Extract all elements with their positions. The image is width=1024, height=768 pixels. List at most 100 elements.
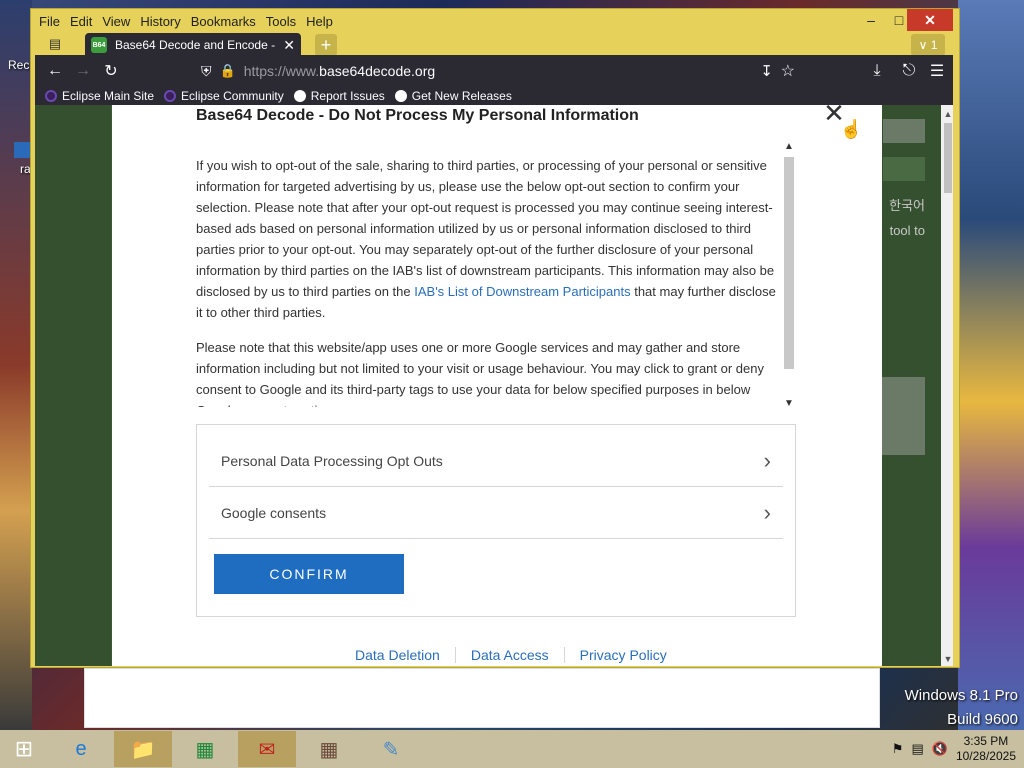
bookmark-get-new-releases[interactable]: Get New Releases bbox=[394, 89, 512, 103]
hamburger-menu-icon[interactable]: ☰ bbox=[923, 57, 951, 85]
option-label: Personal Data Processing Opt Outs bbox=[221, 452, 443, 469]
extensions-icon[interactable]: ⎋ bbox=[895, 57, 923, 85]
volume-muted-icon[interactable]: 🔇 bbox=[932, 741, 948, 757]
file-explorer-icon[interactable]: 📁 bbox=[114, 731, 172, 767]
menu-help[interactable]: Help bbox=[306, 14, 333, 29]
desktop-background-right bbox=[958, 0, 1024, 730]
menu-bar: File Edit View History Bookmarks Tools H… bbox=[31, 9, 959, 33]
scroll-down-icon[interactable]: ▼ bbox=[941, 652, 953, 666]
windows-store-icon[interactable]: ▦ bbox=[176, 731, 234, 767]
scroll-up-icon[interactable]: ▲ bbox=[941, 107, 953, 121]
tab-close-icon[interactable]: ✕ bbox=[283, 37, 295, 54]
bookmark-label: Report Issues bbox=[310, 89, 385, 103]
privacy-policy-link[interactable]: Privacy Policy bbox=[565, 647, 682, 663]
option-google-consents[interactable]: Google consents › bbox=[209, 487, 783, 539]
language-korean-link[interactable]: 한국어 bbox=[889, 195, 925, 214]
network-icon[interactable]: ▤ bbox=[911, 741, 923, 757]
iab-downstream-link[interactable]: IAB's List of Downstream Participants bbox=[414, 284, 630, 299]
page-bg-bar bbox=[883, 157, 925, 181]
github-icon bbox=[394, 90, 407, 102]
windows-edition: Windows 8.1 Pro bbox=[904, 687, 1018, 704]
minimize-button[interactable]: – bbox=[857, 9, 885, 31]
taskbar: ⊞ e 📁 ▦ ✉ ▦ ✎ ⚑ ▤ 🔇 3:35 PM 10/28/2025 bbox=[0, 730, 1024, 768]
system-tray: ⚑ ▤ 🔇 3:35 PM 10/28/2025 bbox=[892, 730, 1024, 768]
clock-date: 10/28/2025 bbox=[955, 749, 1016, 763]
page-bg-panel bbox=[877, 377, 925, 455]
lock-icon[interactable]: 🔒 bbox=[220, 63, 236, 79]
page-bg-text: tool to bbox=[889, 223, 925, 238]
clock-time: 3:35 PM bbox=[963, 734, 1009, 748]
dialog-scrollbar[interactable]: ▲ ▼ bbox=[782, 141, 796, 409]
page-scrollbar[interactable]: ▲ ▼ bbox=[941, 105, 953, 666]
desktop-background-left bbox=[0, 0, 32, 730]
consent-options: Personal Data Processing Opt Outs › Goog… bbox=[196, 424, 796, 617]
data-deletion-link[interactable]: Data Deletion bbox=[340, 647, 455, 663]
desktop-shortcut-icon[interactable] bbox=[14, 142, 30, 158]
forward-arrow-icon[interactable]: → bbox=[69, 57, 97, 85]
flag-icon[interactable]: ⚑ bbox=[892, 741, 904, 757]
page-bg-bar bbox=[883, 119, 925, 143]
menu-view[interactable]: View bbox=[102, 14, 130, 29]
menu-tools[interactable]: Tools bbox=[266, 14, 296, 29]
confirm-button[interactable]: CONFIRM bbox=[214, 554, 404, 594]
list-all-tabs-button[interactable]: ∨ 1 bbox=[911, 34, 945, 56]
tab-base64[interactable]: B64 Base64 Decode and Encode - Onl ✕ bbox=[85, 33, 301, 57]
eclipse-icon bbox=[164, 90, 177, 102]
reload-icon[interactable]: ↻ bbox=[97, 57, 125, 85]
tab-title: Base64 Decode and Encode - Onl bbox=[115, 38, 280, 52]
dialog-body-text: If you wish to opt-out of the sale, shar… bbox=[196, 155, 780, 407]
chevron-right-icon: › bbox=[763, 447, 771, 473]
internet-explorer-icon[interactable]: e bbox=[52, 731, 110, 767]
bookmarks-toolbar: Eclipse Main Site Eclipse Community Repo… bbox=[35, 87, 953, 105]
bookmark-report-issues[interactable]: Report Issues bbox=[293, 89, 385, 103]
background-window bbox=[84, 668, 880, 728]
shield-icon[interactable]: ⛨ bbox=[201, 63, 212, 80]
menu-history[interactable]: History bbox=[140, 14, 180, 29]
tab-count: 1 bbox=[930, 38, 938, 52]
new-tab-button[interactable]: + bbox=[315, 34, 337, 56]
bookmark-label: Eclipse Community bbox=[181, 89, 284, 103]
reader-download-icon[interactable]: ↧ bbox=[760, 62, 773, 80]
bookmark-star-icon[interactable]: ☆ bbox=[781, 61, 795, 81]
base64-favicon-icon: B64 bbox=[91, 37, 107, 53]
menu-bookmarks[interactable]: Bookmarks bbox=[191, 14, 256, 29]
page-content: 한국어 tool to Base64 Decode - Do Not Proce… bbox=[35, 105, 953, 666]
windows-edition-watermark: Windows 8.1 Pro Build 9600 bbox=[905, 684, 1018, 732]
pointer-cursor-icon: ☝ bbox=[840, 119, 863, 139]
paragraph-opt-out: If you wish to opt-out of the sale, shar… bbox=[196, 158, 775, 299]
bookmark-label: Get New Releases bbox=[411, 89, 512, 103]
url-prefix: https://www. bbox=[243, 63, 320, 79]
bookmark-eclipse-main[interactable]: Eclipse Main Site bbox=[45, 89, 154, 103]
window-close-button[interactable]: ✕ bbox=[907, 9, 953, 31]
notepad-icon[interactable]: ✎ bbox=[362, 731, 420, 767]
clock[interactable]: 3:35 PM 10/28/2025 bbox=[956, 734, 1016, 764]
dialog-title: Base64 Decode - Do Not Process My Person… bbox=[196, 107, 639, 124]
mail-app-icon[interactable]: ✉ bbox=[238, 731, 296, 767]
page-scroll-thumb[interactable] bbox=[944, 123, 952, 193]
firefox-window: File Edit View History Bookmarks Tools H… bbox=[30, 8, 960, 668]
menu-file[interactable]: File bbox=[39, 14, 60, 29]
back-arrow-icon[interactable]: ← bbox=[41, 57, 69, 85]
scroll-thumb[interactable] bbox=[784, 157, 794, 369]
photo-app-icon[interactable]: ▦ bbox=[300, 731, 358, 767]
privacy-consent-dialog: Base64 Decode - Do Not Process My Person… bbox=[112, 105, 882, 666]
windows-start-icon[interactable]: ⊞ bbox=[0, 731, 48, 767]
paragraph-google: Please note that this website/app uses o… bbox=[196, 340, 764, 407]
navigation-toolbar: ← → ↻ ⛨ 🔒 https://www. base64decode.org ↧… bbox=[35, 55, 953, 87]
scroll-down-icon[interactable]: ▼ bbox=[782, 398, 796, 409]
scroll-up-icon[interactable]: ▲ bbox=[782, 141, 796, 152]
github-icon bbox=[293, 90, 306, 102]
menu-edit[interactable]: Edit bbox=[70, 14, 92, 29]
firefox-view-icon[interactable]: ▤ bbox=[43, 34, 67, 54]
desktop-icon-recycle-bin-label[interactable]: Rec bbox=[8, 58, 29, 72]
downloads-icon[interactable]: ⤓ bbox=[863, 57, 891, 85]
url-domain: base64decode.org bbox=[319, 63, 436, 79]
data-access-link[interactable]: Data Access bbox=[456, 647, 564, 663]
option-personal-data-opt-outs[interactable]: Personal Data Processing Opt Outs › bbox=[209, 435, 783, 487]
option-label: Google consents bbox=[221, 504, 327, 521]
url-bar[interactable]: ⛨ 🔒 https://www. base64decode.org ↧ ☆ bbox=[201, 57, 797, 85]
tab-bar: ▤ B64 Base64 Decode and Encode - Onl ✕ +… bbox=[31, 33, 959, 57]
bookmark-eclipse-community[interactable]: Eclipse Community bbox=[164, 89, 284, 103]
page-bg-left bbox=[35, 105, 111, 666]
windows-build: Build 9600 bbox=[947, 711, 1018, 728]
